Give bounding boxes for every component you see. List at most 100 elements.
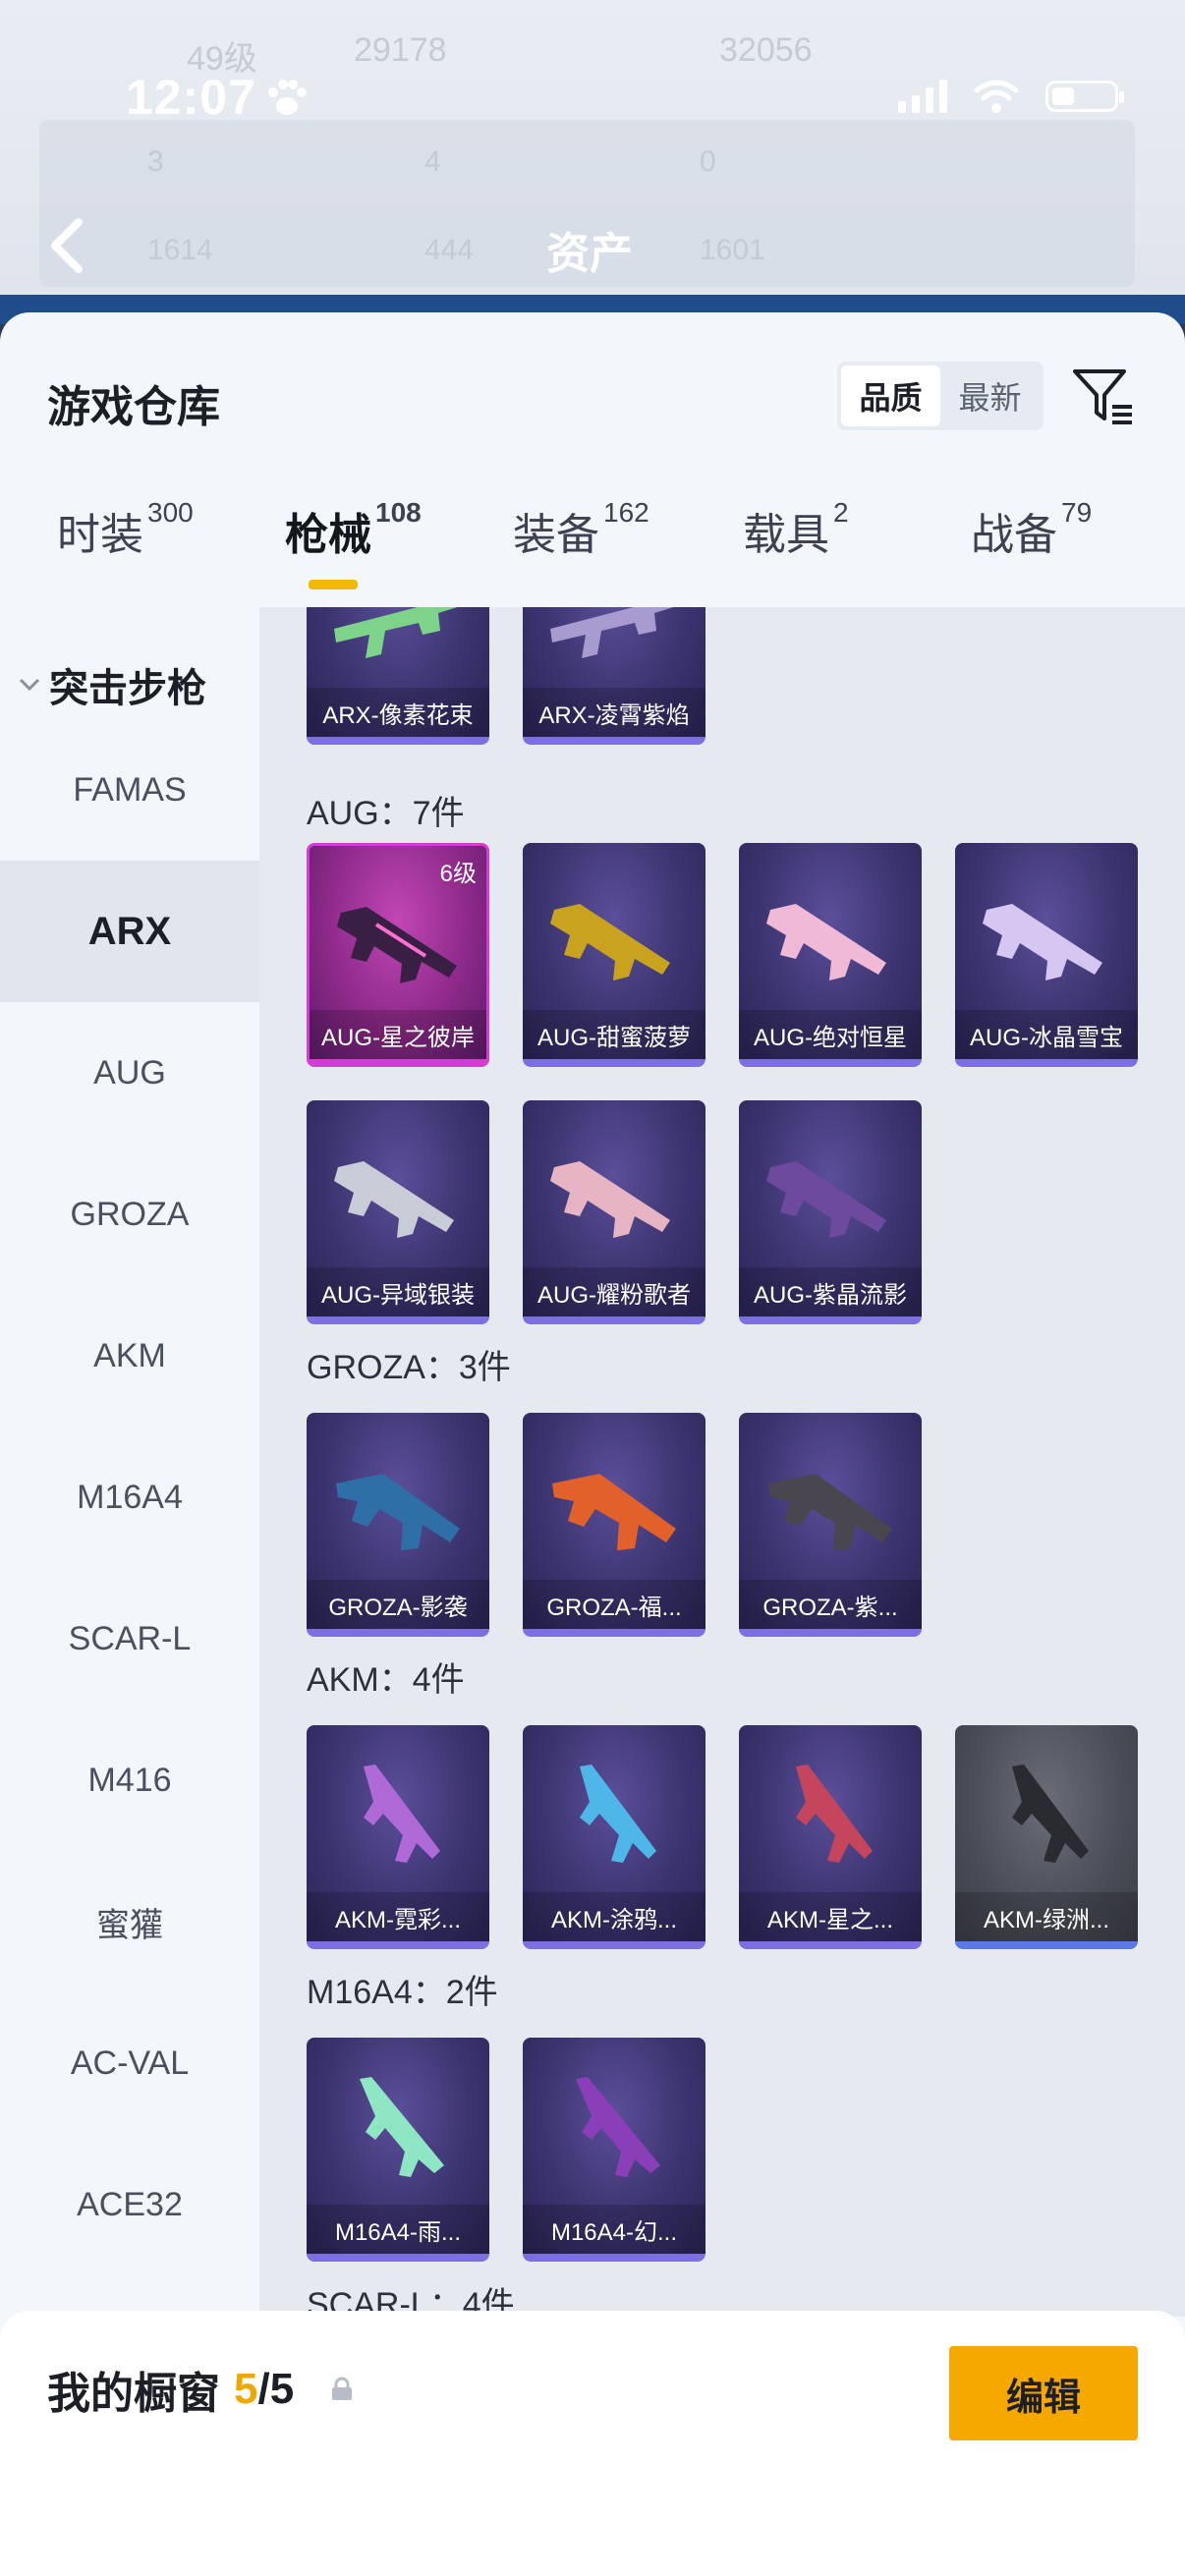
filter-icon[interactable] <box>1071 364 1136 428</box>
gun-icon <box>768 1474 892 1550</box>
sort-newest-button[interactable]: 最新 <box>940 365 1040 426</box>
tab-count: 108 <box>375 497 422 528</box>
gun-icon <box>334 607 458 658</box>
side-item-m16a4[interactable]: M16A4 <box>0 1427 259 1568</box>
side-item-akm[interactable]: AKM <box>0 1285 259 1427</box>
lock-icon <box>332 2377 353 2400</box>
skin-card[interactable]: AKM-涂鸦... <box>523 1725 705 1949</box>
skin-name: AUG-冰晶雪宝 <box>955 1010 1138 1059</box>
skin-card[interactable]: M16A4-雨... <box>307 2038 489 2262</box>
tab-label: 枪械 <box>285 511 371 559</box>
skin-card[interactable]: ARX-像素花束 <box>307 607 489 745</box>
tab-label: 战备 <box>971 511 1057 559</box>
background-stat: 4 <box>424 145 441 178</box>
warehouse-sheet: 游戏仓库 品质 最新 时装 300 枪械 108 装备 162 载具 2 战备 79 突 <box>0 312 1185 2576</box>
skin-card[interactable]: AKM-星之... <box>739 1725 922 1949</box>
skin-card[interactable]: ARX-凌霄紫焰 <box>523 607 705 745</box>
category-group-header[interactable]: 突击步枪 <box>18 656 206 713</box>
showcase-label: 我的橱窗 <box>47 2370 220 2418</box>
side-item-famas[interactable]: FAMAS <box>0 719 259 861</box>
skin-card[interactable]: 6级 AUG-星之彼岸 <box>307 843 489 1067</box>
gun-icon <box>550 904 670 980</box>
status-time: 12:07 <box>126 70 256 125</box>
side-item-arx[interactable]: ARX <box>0 861 259 1002</box>
skin-card[interactable]: M16A4-幻... <box>523 2038 705 2262</box>
gun-icon <box>550 607 674 658</box>
skin-name: AKM-霓彩... <box>307 1892 489 1941</box>
skin-name: M16A4-幻... <box>523 2205 705 2254</box>
skin-card[interactable]: AUG-耀粉歌者 <box>523 1100 705 1324</box>
skin-name: M16A4-雨... <box>307 2205 489 2254</box>
background-stat: 32056 <box>719 31 813 69</box>
tab-count: 162 <box>603 497 649 528</box>
gun-icon <box>364 1764 440 1863</box>
showcase-title: 我的橱窗 5 /5 <box>47 2358 355 2421</box>
background-title: 资产 <box>546 230 633 278</box>
gun-icon <box>766 1161 886 1238</box>
side-item-honey-badger[interactable]: 蜜獾 <box>0 1851 259 1992</box>
category-group-label: 突击步枪 <box>49 667 206 710</box>
edit-button[interactable]: 编辑 <box>949 2346 1138 2440</box>
gun-icon <box>337 907 457 983</box>
skin-name: AUG-甜蜜菠萝 <box>523 1010 705 1059</box>
background-stat: 444 <box>424 234 475 266</box>
group-title-groza: GROZA：3件 <box>307 1349 511 1386</box>
skin-name: AUG-星之彼岸 <box>310 1010 486 1059</box>
tab-equipment[interactable]: 装备 162 <box>513 497 649 562</box>
group-title-aug: AUG：7件 <box>307 795 465 832</box>
skin-card[interactable]: AUG-绝对恒星 <box>739 843 922 1067</box>
tab-count: 2 <box>833 497 849 528</box>
skin-card[interactable]: AUG-冰晶雪宝 <box>955 843 1138 1067</box>
skin-card[interactable]: AKM-霓彩... <box>307 1725 489 1949</box>
background-stat: 1601 <box>700 234 765 266</box>
side-item-scar-l[interactable]: SCAR-L <box>0 1568 259 1709</box>
sort-toggle: 品质 最新 <box>837 362 1044 430</box>
side-item-ac-val[interactable]: AC-VAL <box>0 1992 259 2134</box>
chevron-down-icon <box>19 678 40 692</box>
side-item-groza[interactable]: GROZA <box>0 1144 259 1285</box>
skin-card[interactable]: AUG-异域银装 <box>307 1100 489 1324</box>
gun-icon <box>334 1161 454 1238</box>
gun-icon <box>580 1764 656 1863</box>
skin-card[interactable]: GROZA-影袭 <box>307 1413 489 1637</box>
paw-icon <box>268 80 307 115</box>
skin-name: AUG-异域银装 <box>307 1267 489 1316</box>
side-item-aug[interactable]: AUG <box>0 1002 259 1144</box>
signal-icon <box>898 80 947 113</box>
skin-grid: ARX-像素花束 ARX-凌霄紫焰 AUG：7件 6级 AUG-星之彼岸 AUG… <box>259 607 1185 2317</box>
side-item-ace32[interactable]: ACE32 <box>0 2134 259 2275</box>
weapon-category-list: 突击步枪 FAMAS ARX AUG GROZA AKM M16A4 SCAR-… <box>0 607 259 2576</box>
gun-icon <box>360 2077 444 2177</box>
gun-icon <box>550 1161 670 1238</box>
skin-name: AUG-紫晶流影 <box>739 1267 922 1316</box>
skin-card[interactable]: AUG-紫晶流影 <box>739 1100 922 1324</box>
gun-icon <box>766 904 886 980</box>
active-tab-indicator <box>309 580 358 589</box>
showcase-total-count: /5 <box>257 2365 295 2413</box>
skin-card[interactable]: GROZA-紫... <box>739 1413 922 1637</box>
tab-vehicles[interactable]: 载具 2 <box>743 497 849 562</box>
gun-icon <box>983 904 1102 980</box>
group-title-m16a4: M16A4：2件 <box>307 1974 498 2011</box>
back-icon[interactable] <box>47 216 86 275</box>
side-item-m416[interactable]: M416 <box>0 1709 259 1851</box>
skin-name: GROZA-影袭 <box>307 1580 489 1629</box>
gun-icon <box>552 1474 676 1550</box>
group-title-akm: AKM：4件 <box>307 1661 465 1699</box>
gun-icon <box>796 1764 873 1863</box>
tab-supplies[interactable]: 战备 79 <box>971 497 1092 562</box>
background-page: 49级 29178 32056 3 4 0 1614 444 1601 12:0… <box>0 0 1185 324</box>
tab-fashion[interactable]: 时装 300 <box>57 497 194 562</box>
skin-card[interactable]: AKM-绿洲... <box>955 1725 1138 1949</box>
skin-name: GROZA-福... <box>523 1580 705 1629</box>
category-tabs: 时装 300 枪械 108 装备 162 载具 2 战备 79 <box>0 497 1185 607</box>
gun-icon <box>336 1474 460 1550</box>
background-stat: 3 <box>147 145 164 178</box>
sort-quality-button[interactable]: 品质 <box>841 365 940 426</box>
wifi-icon <box>974 80 1019 113</box>
tab-firearms[interactable]: 枪械 108 <box>285 497 422 562</box>
skin-card[interactable]: GROZA-福... <box>523 1413 705 1637</box>
skin-card[interactable]: AUG-甜蜜菠萝 <box>523 843 705 1067</box>
sheet-title: 游戏仓库 <box>47 383 220 431</box>
showcase-bar: 我的橱窗 5 /5 编辑 <box>0 2311 1185 2576</box>
